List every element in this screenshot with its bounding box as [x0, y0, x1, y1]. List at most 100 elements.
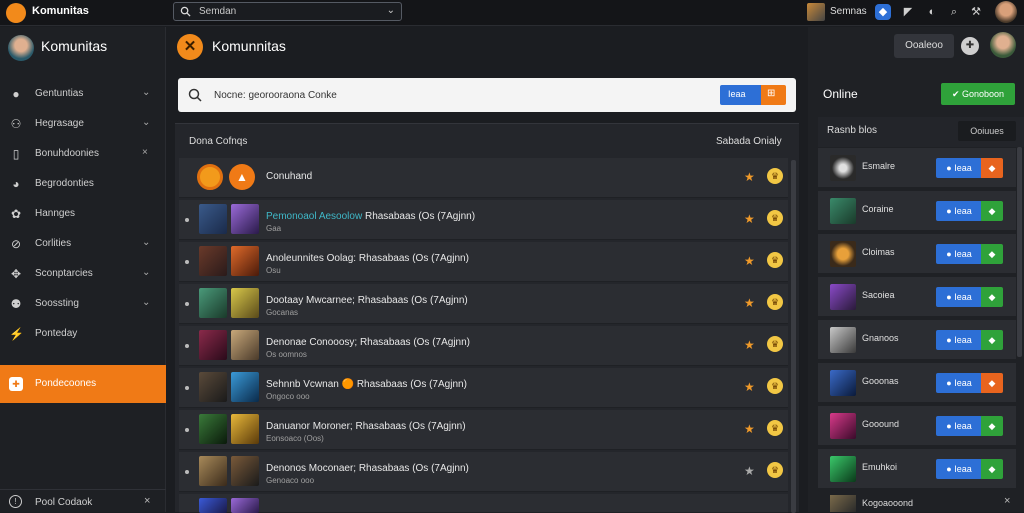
chevron-down-icon[interactable]: ⌄ [387, 5, 395, 16]
trophy-icon[interactable]: ♛ [767, 378, 783, 394]
friend-row[interactable]: Sacoiea ● Ieaa ◆ [818, 277, 1016, 317]
friend-action-button[interactable]: ● Ieaa [936, 373, 982, 393]
chevron-down-icon[interactable]: ⌄ [142, 267, 150, 278]
friend-row[interactable]: Gnanoos ● Ieaa ◆ [818, 320, 1016, 360]
friend-row[interactable]: Kogoaooond × [818, 492, 1016, 512]
star-icon[interactable]: ★ [744, 254, 755, 268]
star-icon[interactable]: ★ [744, 422, 755, 436]
friend-secondary-button[interactable]: ◆ [981, 330, 1003, 350]
friend-secondary-button[interactable]: ◆ [981, 244, 1003, 264]
avatar[interactable] [990, 32, 1016, 58]
username[interactable]: Semnas [830, 6, 867, 17]
sidebar-item-active[interactable]: ✚ Pondecoones [0, 365, 166, 403]
sidebar-item-hannges[interactable]: ✿ Hannges [0, 199, 166, 229]
close-icon[interactable]: × [142, 147, 148, 158]
star-icon[interactable]: ★ [744, 338, 755, 352]
close-icon[interactable]: × [1004, 495, 1010, 507]
list-item[interactable]: Sehnnb Vcwnan 🟠 Rhasabaas (Os (7Agjnn) O… [179, 368, 788, 408]
star-icon[interactable]: ★ [744, 380, 755, 394]
list-item[interactable]: Pemonoaol Aesoolow Rhasabaas (Os (7Agjnn… [179, 200, 788, 240]
bell-icon[interactable]: ◤ [900, 4, 916, 20]
sidebar-item-corlities[interactable]: ⊘ Corlities ⌄ [0, 229, 166, 259]
link-icon: ⊘ [10, 237, 22, 251]
chevron-down-icon[interactable]: ⌄ [142, 237, 150, 248]
sidebar-item-begrodonties[interactable]: ◕ Begrodonties [0, 169, 166, 199]
friend-secondary-button[interactable]: ◆ [981, 158, 1003, 178]
settings-icon[interactable]: ⌕ [946, 4, 962, 20]
friend-row[interactable]: Gooonas ● Ieaa ◆ [818, 363, 1016, 403]
trophy-icon[interactable]: ♛ [767, 420, 783, 436]
trophy-icon[interactable]: ♛ [767, 336, 783, 352]
friend-secondary-button[interactable]: ◆ [981, 416, 1003, 436]
list-item[interactable] [179, 494, 788, 513]
list-item[interactable]: Denonae Conooosy; Rhasabaas (Os (7Agjnn)… [179, 326, 788, 366]
sidebar-footer-label[interactable]: Pool Codaok [35, 497, 92, 508]
top-search-input[interactable]: Semdan ⌄ [173, 2, 402, 21]
thumbnail [199, 372, 227, 402]
friend-action-button[interactable]: ● Ieaa [936, 416, 982, 436]
trophy-icon[interactable]: ♛ [767, 210, 783, 226]
friend-action-button[interactable]: ● Ieaa [936, 158, 982, 178]
friends-scrollbar[interactable] [1017, 147, 1022, 357]
list-item[interactable]: Dootaay Mwcarnee; Rhasabaas (Os (7Agjnn)… [179, 284, 788, 324]
friend-row[interactable]: Esmalre ● Ieaa ◆ [818, 148, 1016, 188]
sidebar-item-sconptarcies[interactable]: ✥ Sconptarcies ⌄ [0, 259, 166, 289]
trophy-icon[interactable]: ♛ [767, 294, 783, 310]
chevron-down-icon[interactable]: ⌄ [142, 87, 150, 98]
trophy-icon[interactable]: ♛ [767, 462, 783, 478]
friend-row[interactable]: Coraine ● Ieaa ◆ [818, 191, 1016, 231]
chevron-down-icon[interactable]: ⌄ [142, 297, 150, 308]
user-thumbnail[interactable] [807, 3, 825, 21]
online-button[interactable]: ✔ Gonoboon [941, 83, 1015, 105]
avatar[interactable] [995, 1, 1017, 23]
top-bar: Komunitas Semdan ⌄ Semnas ◆ ◤ ◐ ⌕ ⚒ [0, 0, 1024, 26]
friends-filter-button[interactable]: Ooiuues [958, 121, 1016, 141]
list-scrollbar[interactable] [791, 160, 796, 513]
list-item[interactable]: ▲ Conuhand ★ ♛ [179, 158, 788, 198]
friend-row[interactable]: Emuhkoi ● Ieaa ◆ [818, 449, 1016, 489]
list-header-right[interactable]: Sabada Onialy [716, 136, 782, 147]
trophy-icon[interactable]: ♛ [767, 168, 783, 184]
friend-secondary-button[interactable]: ◆ [981, 287, 1003, 307]
star-icon[interactable]: ★ [744, 170, 755, 184]
friend-row[interactable]: Cloimas ● Ieaa ◆ [818, 234, 1016, 274]
controller-icon[interactable]: ✚ [961, 37, 979, 55]
friend-action-button[interactable]: ● Ieaa [936, 201, 982, 221]
search-button[interactable]: Ieaa ⊞ [720, 85, 786, 105]
avatar[interactable] [8, 35, 34, 61]
friend-secondary-button[interactable]: ◆ [981, 373, 1003, 393]
app-logo-icon[interactable] [6, 3, 26, 23]
friend-action-button[interactable]: ● Ieaa [936, 244, 982, 264]
clear-icon[interactable]: ⊞ [767, 88, 775, 99]
friend-secondary-button[interactable]: ◆ [981, 201, 1003, 221]
sidebar-item-soossting[interactable]: ⚉ Soossting ⌄ [0, 289, 166, 319]
trophy-icon[interactable]: ♛ [767, 252, 783, 268]
main-search-input[interactable]: Nocne: georooraona Conke Ieaa ⊞ [178, 78, 796, 112]
close-icon[interactable]: × [144, 495, 150, 507]
list-item[interactable]: Danuanor Moroner; Rhasabaas (Os (7Agjnn)… [179, 410, 788, 450]
sidebar-item-gentuntias[interactable]: ● Gentuntias ⌄ [0, 79, 166, 109]
star-icon[interactable]: ★ [744, 296, 755, 310]
shield-icon[interactable]: ◆ [875, 4, 891, 20]
list-item-title: Sehnnb Vcwnan 🟠 Rhasabaas (Os (7Agjnn) [266, 379, 467, 390]
list-item[interactable]: Anoleunnites Oolag: Rhasabaas (Os (7Agjn… [179, 242, 788, 282]
friend-action-button[interactable]: ● Ieaa [936, 330, 982, 350]
chevron-down-icon[interactable]: ⌄ [142, 117, 150, 128]
friends-header-label: Rasnb blos [827, 125, 878, 136]
sidebar-item-ponteday[interactable]: ⚡ Ponteday [0, 319, 166, 349]
tools-icon[interactable]: ⚒ [968, 4, 984, 20]
thumbnail [231, 372, 259, 402]
sidebar-item-hegrasage[interactable]: ⚇ Hegrasage ⌄ [0, 109, 166, 139]
friend-action-button[interactable]: ● Ieaa [936, 287, 982, 307]
star-icon[interactable]: ★ [744, 212, 755, 226]
sidebar-item-bonuhdoonies[interactable]: ▯ Bonuhdoonies × [0, 139, 166, 169]
list-item-title: Denonos Moconaer; Rhasabaas (Os (7Agjnn) [266, 463, 469, 474]
list-item-subtitle: Eonsoaco (Oos) [266, 434, 324, 443]
star-icon[interactable]: ★ [744, 464, 755, 478]
friend-row[interactable]: Gooound ● Ieaa ◆ [818, 406, 1016, 446]
friend-action-button[interactable]: ● Ieaa [936, 459, 982, 479]
top-action-button[interactable]: Ooaleoo [894, 34, 954, 58]
list-item[interactable]: Denonos Moconaer; Rhasabaas (Os (7Agjnn)… [179, 452, 788, 492]
search-icon[interactable]: ◐ [924, 4, 940, 20]
friend-secondary-button[interactable]: ◆ [981, 459, 1003, 479]
